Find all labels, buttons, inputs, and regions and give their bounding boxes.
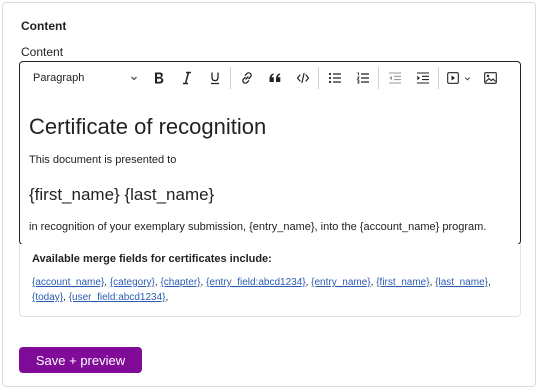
merge-field-link[interactable]: {account_name} [32,277,104,288]
image-button[interactable] [479,67,501,89]
merge-field-link[interactable]: {today} [32,292,63,303]
section-title: Content [21,19,67,33]
quote-icon [268,72,282,84]
link-icon [240,71,254,85]
merge-field-link[interactable]: {first_name} [376,277,429,288]
merge-field-link[interactable]: {entry_name} [311,277,371,288]
image-icon [483,72,497,84]
toolbar-separator [318,67,319,89]
toolbar-separator [230,67,231,89]
merge-field-link[interactable]: {entry_field:abcd1234} [206,277,306,288]
code-button[interactable] [292,67,314,89]
merge-fields-title: Available merge fields for certificates … [32,253,272,265]
underline-icon [209,71,221,85]
merge-field-link[interactable]: {category} [110,277,155,288]
merge-field-list: {account_name}, {category}, {chapter}, {… [32,277,491,303]
editor-toolbar: Paragraph [20,62,520,93]
toolbar-separator [378,67,379,89]
blockquote-button[interactable] [264,67,286,89]
bold-icon [153,71,165,85]
chevron-down-icon [130,74,138,82]
code-icon [296,72,310,84]
media-embed-button[interactable] [444,67,474,89]
italic-icon [181,71,193,85]
numbered-list-icon [356,72,370,84]
italic-button[interactable] [176,67,198,89]
indent-button[interactable] [412,67,434,89]
bulleted-list-icon [328,72,342,84]
merge-field-link[interactable]: {last_name} [435,277,488,288]
media-embed-icon [447,72,471,84]
link-button[interactable] [236,67,258,89]
merge-field-link[interactable]: {user_field:abcd1234} [69,292,166,303]
save-preview-button[interactable]: Save + preview [19,347,142,373]
document-body: in recognition of your exemplary submiss… [29,221,487,233]
block-format-select[interactable]: Paragraph [33,70,138,86]
underline-button[interactable] [204,67,226,89]
rich-text-editor[interactable]: Paragraph Certificate of recognition Thi… [19,61,521,245]
merge-field-link[interactable]: {chapter} [160,277,200,288]
document-heading: Certificate of recognition [29,114,267,139]
outdent-icon [388,72,402,84]
document-recipient: {first_name} {last_name} [29,185,215,204]
bold-button[interactable] [148,67,170,89]
toolbar-separator [438,67,439,89]
outdent-button[interactable] [384,67,406,89]
bulleted-list-button[interactable] [324,67,346,89]
numbered-list-button[interactable] [352,67,374,89]
content-field-label: Content [21,45,64,59]
document-intro: This document is presented to [29,154,177,166]
block-format-value: Paragraph [33,72,85,84]
merge-fields-panel: Available merge fields for certificates … [19,244,521,317]
indent-icon [416,72,430,84]
